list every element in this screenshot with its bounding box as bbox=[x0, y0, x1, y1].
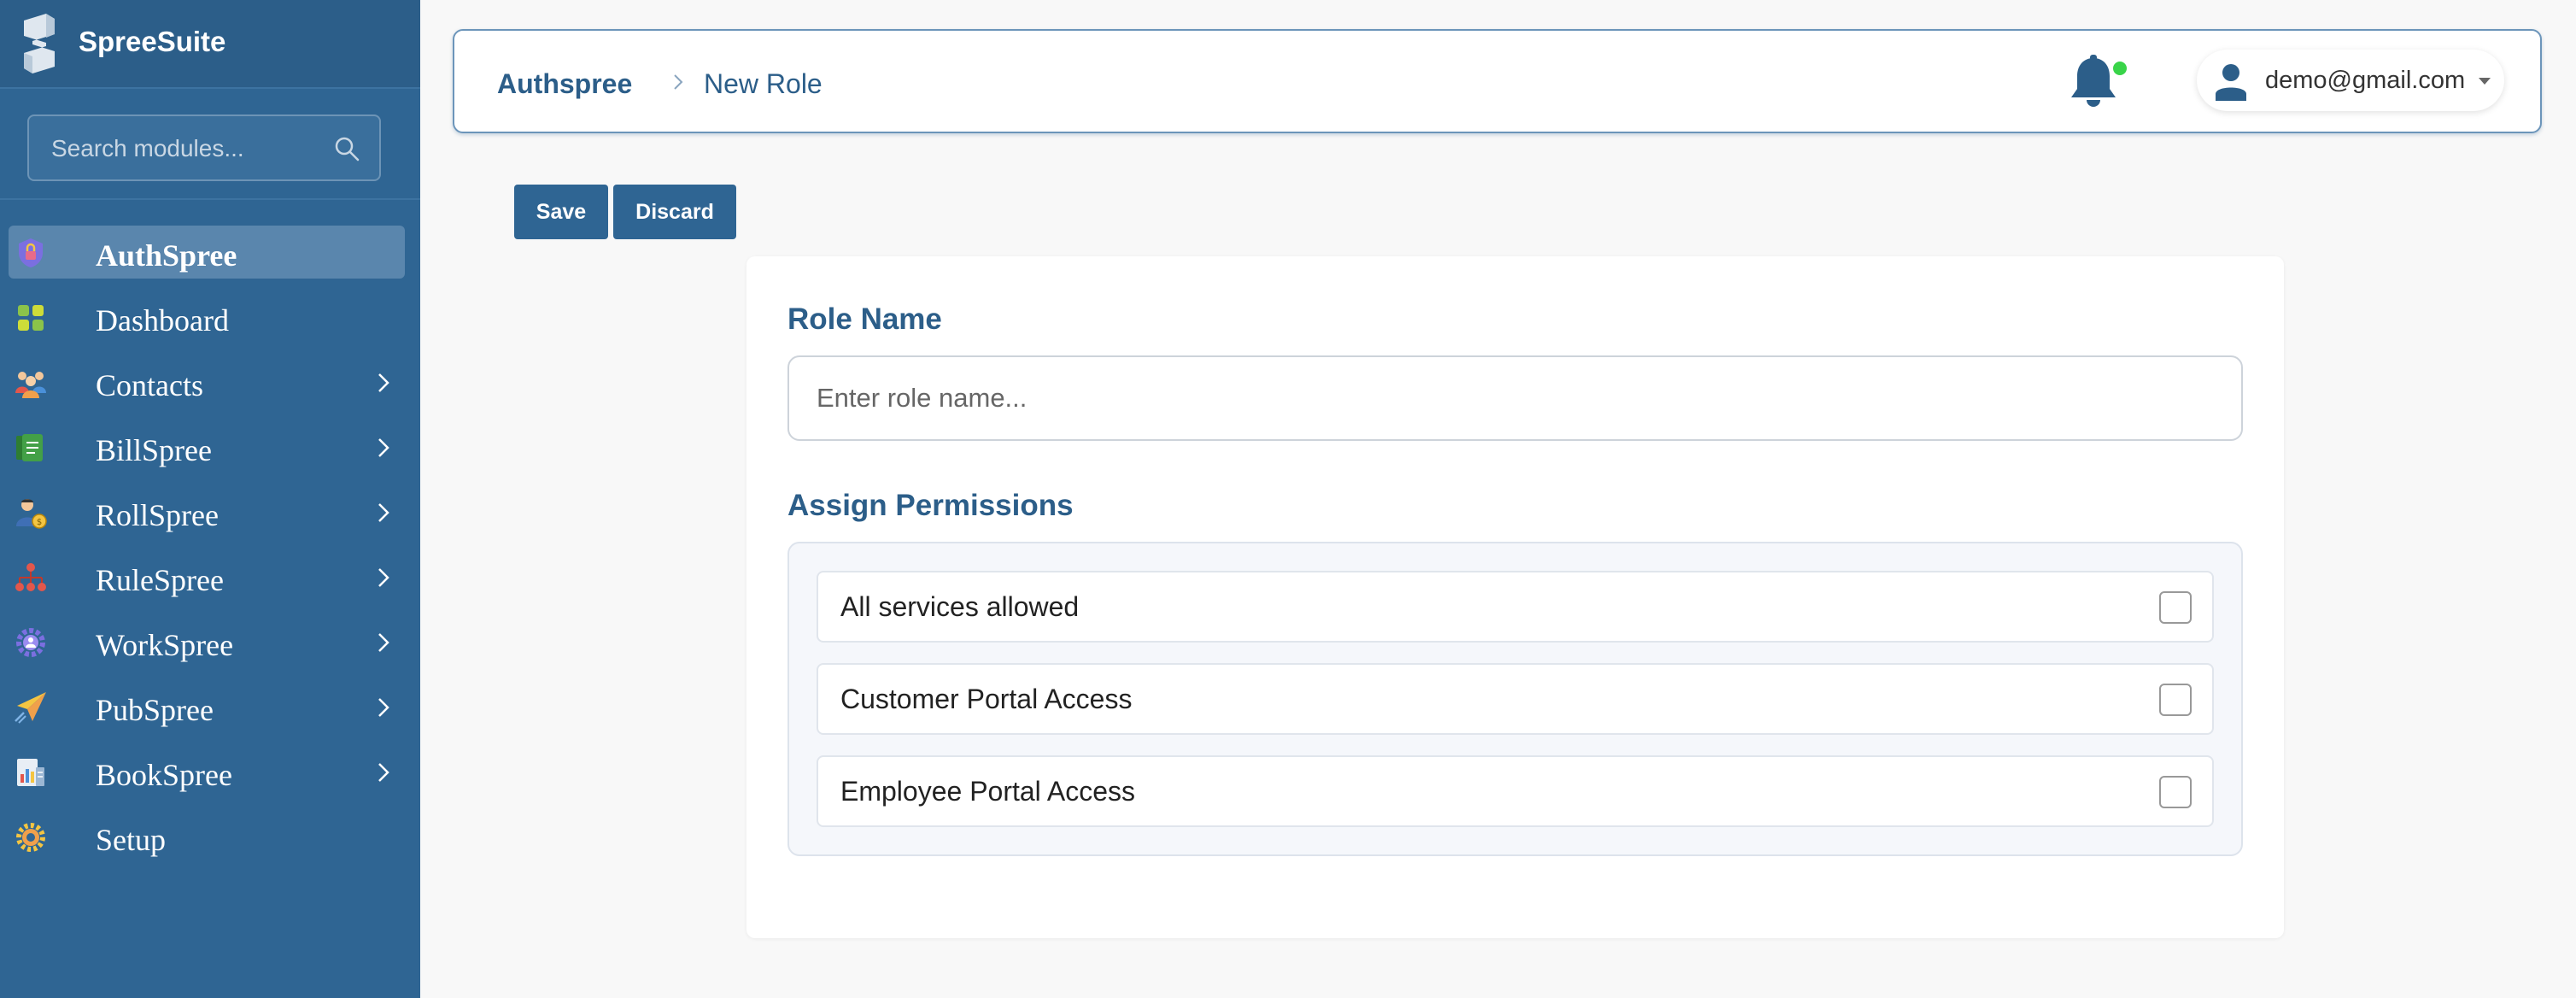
sidebar-item-rollspree[interactable]: $ RollSpree bbox=[9, 485, 405, 538]
permission-label: Customer Portal Access bbox=[840, 684, 1133, 714]
breadcrumb-current: New Role bbox=[704, 68, 823, 99]
role-name-title: Role Name bbox=[787, 302, 942, 336]
shield-lock-icon bbox=[19, 238, 43, 267]
chevron-right-icon bbox=[378, 698, 389, 717]
sidebar-item-label: RollSpree bbox=[96, 498, 219, 532]
permission-label: All services allowed bbox=[840, 591, 1080, 622]
sidebar-item-authspree[interactable]: AuthSpree bbox=[9, 226, 405, 279]
permission-row[interactable]: Customer Portal Access bbox=[817, 663, 2214, 735]
sidebar-item-bookspree[interactable]: BookSpree bbox=[9, 745, 405, 798]
notification-dot bbox=[2113, 62, 2127, 75]
permissions-list: All services allowed Customer Portal Acc… bbox=[787, 542, 2243, 856]
user-email: demo@gmail.com bbox=[2265, 67, 2466, 94]
sidebar-item-contacts[interactable]: Contacts bbox=[9, 355, 405, 408]
discard-button[interactable]: Discard bbox=[613, 185, 736, 239]
permission-row[interactable]: Employee Portal Access bbox=[817, 755, 2214, 827]
sidebar-item-label: Dashboard bbox=[96, 303, 229, 338]
sidebar-item-pubspree[interactable]: PubSpree bbox=[9, 680, 405, 733]
sidebar-item-rulespree[interactable]: RuleSpree bbox=[9, 550, 405, 603]
chevron-right-icon bbox=[378, 763, 389, 782]
chevron-right-icon bbox=[674, 74, 683, 90]
bell-icon[interactable] bbox=[2067, 55, 2120, 109]
sidebar: SpreeSuite AuthSpree Dashboard bbox=[0, 0, 420, 998]
sidebar-item-label: PubSpree bbox=[96, 693, 214, 727]
chevron-right-icon bbox=[378, 633, 389, 652]
role-name-input[interactable] bbox=[787, 355, 2243, 441]
sidebar-item-label: BookSpree bbox=[96, 758, 232, 792]
permission-row[interactable]: All services allowed bbox=[817, 571, 2214, 643]
sidebar-item-label: Contacts bbox=[96, 368, 203, 402]
breadcrumb-root[interactable]: Authspree bbox=[497, 68, 632, 100]
sidebar-item-label: Setup bbox=[96, 823, 167, 857]
ledger-chart-icon bbox=[17, 759, 44, 786]
paper-plane-icon bbox=[15, 692, 46, 724]
bill-document-icon bbox=[16, 434, 43, 461]
user-icon bbox=[2216, 64, 2246, 101]
settings-gear-icon bbox=[16, 823, 45, 852]
app-name[interactable]: SpreeSuite bbox=[79, 26, 225, 58]
permission-checkbox[interactable] bbox=[2159, 591, 2192, 624]
sidebar-item-label: WorkSpree bbox=[96, 628, 234, 662]
sidebar-item-setup[interactable]: Setup bbox=[9, 810, 405, 863]
sidebar-item-label: BillSpree bbox=[96, 433, 212, 467]
chevron-right-icon bbox=[378, 568, 389, 587]
permission-checkbox[interactable] bbox=[2159, 776, 2192, 808]
sidebar-item-workspree[interactable]: WorkSpree bbox=[9, 615, 405, 668]
role-form-card: Role Name Assign Permissions All service… bbox=[746, 256, 2284, 938]
people-group-icon bbox=[15, 372, 46, 398]
permission-checkbox[interactable] bbox=[2159, 684, 2192, 716]
search-input[interactable] bbox=[50, 132, 335, 166]
chevron-right-icon bbox=[378, 503, 389, 522]
workflow-gear-icon bbox=[16, 628, 45, 657]
save-button[interactable]: Save bbox=[514, 185, 608, 239]
header-bar: Authspree New Role demo@gmail.com bbox=[453, 29, 2542, 133]
sidebar-item-dashboard[interactable]: Dashboard bbox=[9, 291, 405, 343]
sidebar-divider bbox=[0, 87, 420, 89]
payroll-person-icon: $ bbox=[16, 499, 47, 529]
search-icon[interactable] bbox=[333, 135, 360, 162]
caret-down-icon bbox=[2479, 78, 2491, 85]
sidebar-item-label: AuthSpree bbox=[96, 238, 237, 273]
permission-label: Employee Portal Access bbox=[840, 776, 1136, 807]
sidebar-item-billspree[interactable]: BillSpree bbox=[9, 420, 405, 473]
chevron-right-icon bbox=[378, 373, 389, 392]
user-menu[interactable]: demo@gmail.com bbox=[2197, 50, 2504, 111]
spreesuite-logo-icon bbox=[24, 14, 55, 73]
permissions-title: Assign Permissions bbox=[787, 489, 1074, 522]
search-box[interactable] bbox=[27, 114, 381, 181]
dashboard-grid-icon bbox=[18, 305, 44, 331]
sidebar-item-label: RuleSpree bbox=[96, 563, 224, 597]
org-hierarchy-icon bbox=[15, 563, 46, 591]
brand-header: SpreeSuite bbox=[0, 0, 420, 87]
svg-text:$: $ bbox=[37, 518, 42, 527]
sidebar-divider bbox=[0, 198, 420, 200]
chevron-right-icon bbox=[378, 438, 389, 457]
